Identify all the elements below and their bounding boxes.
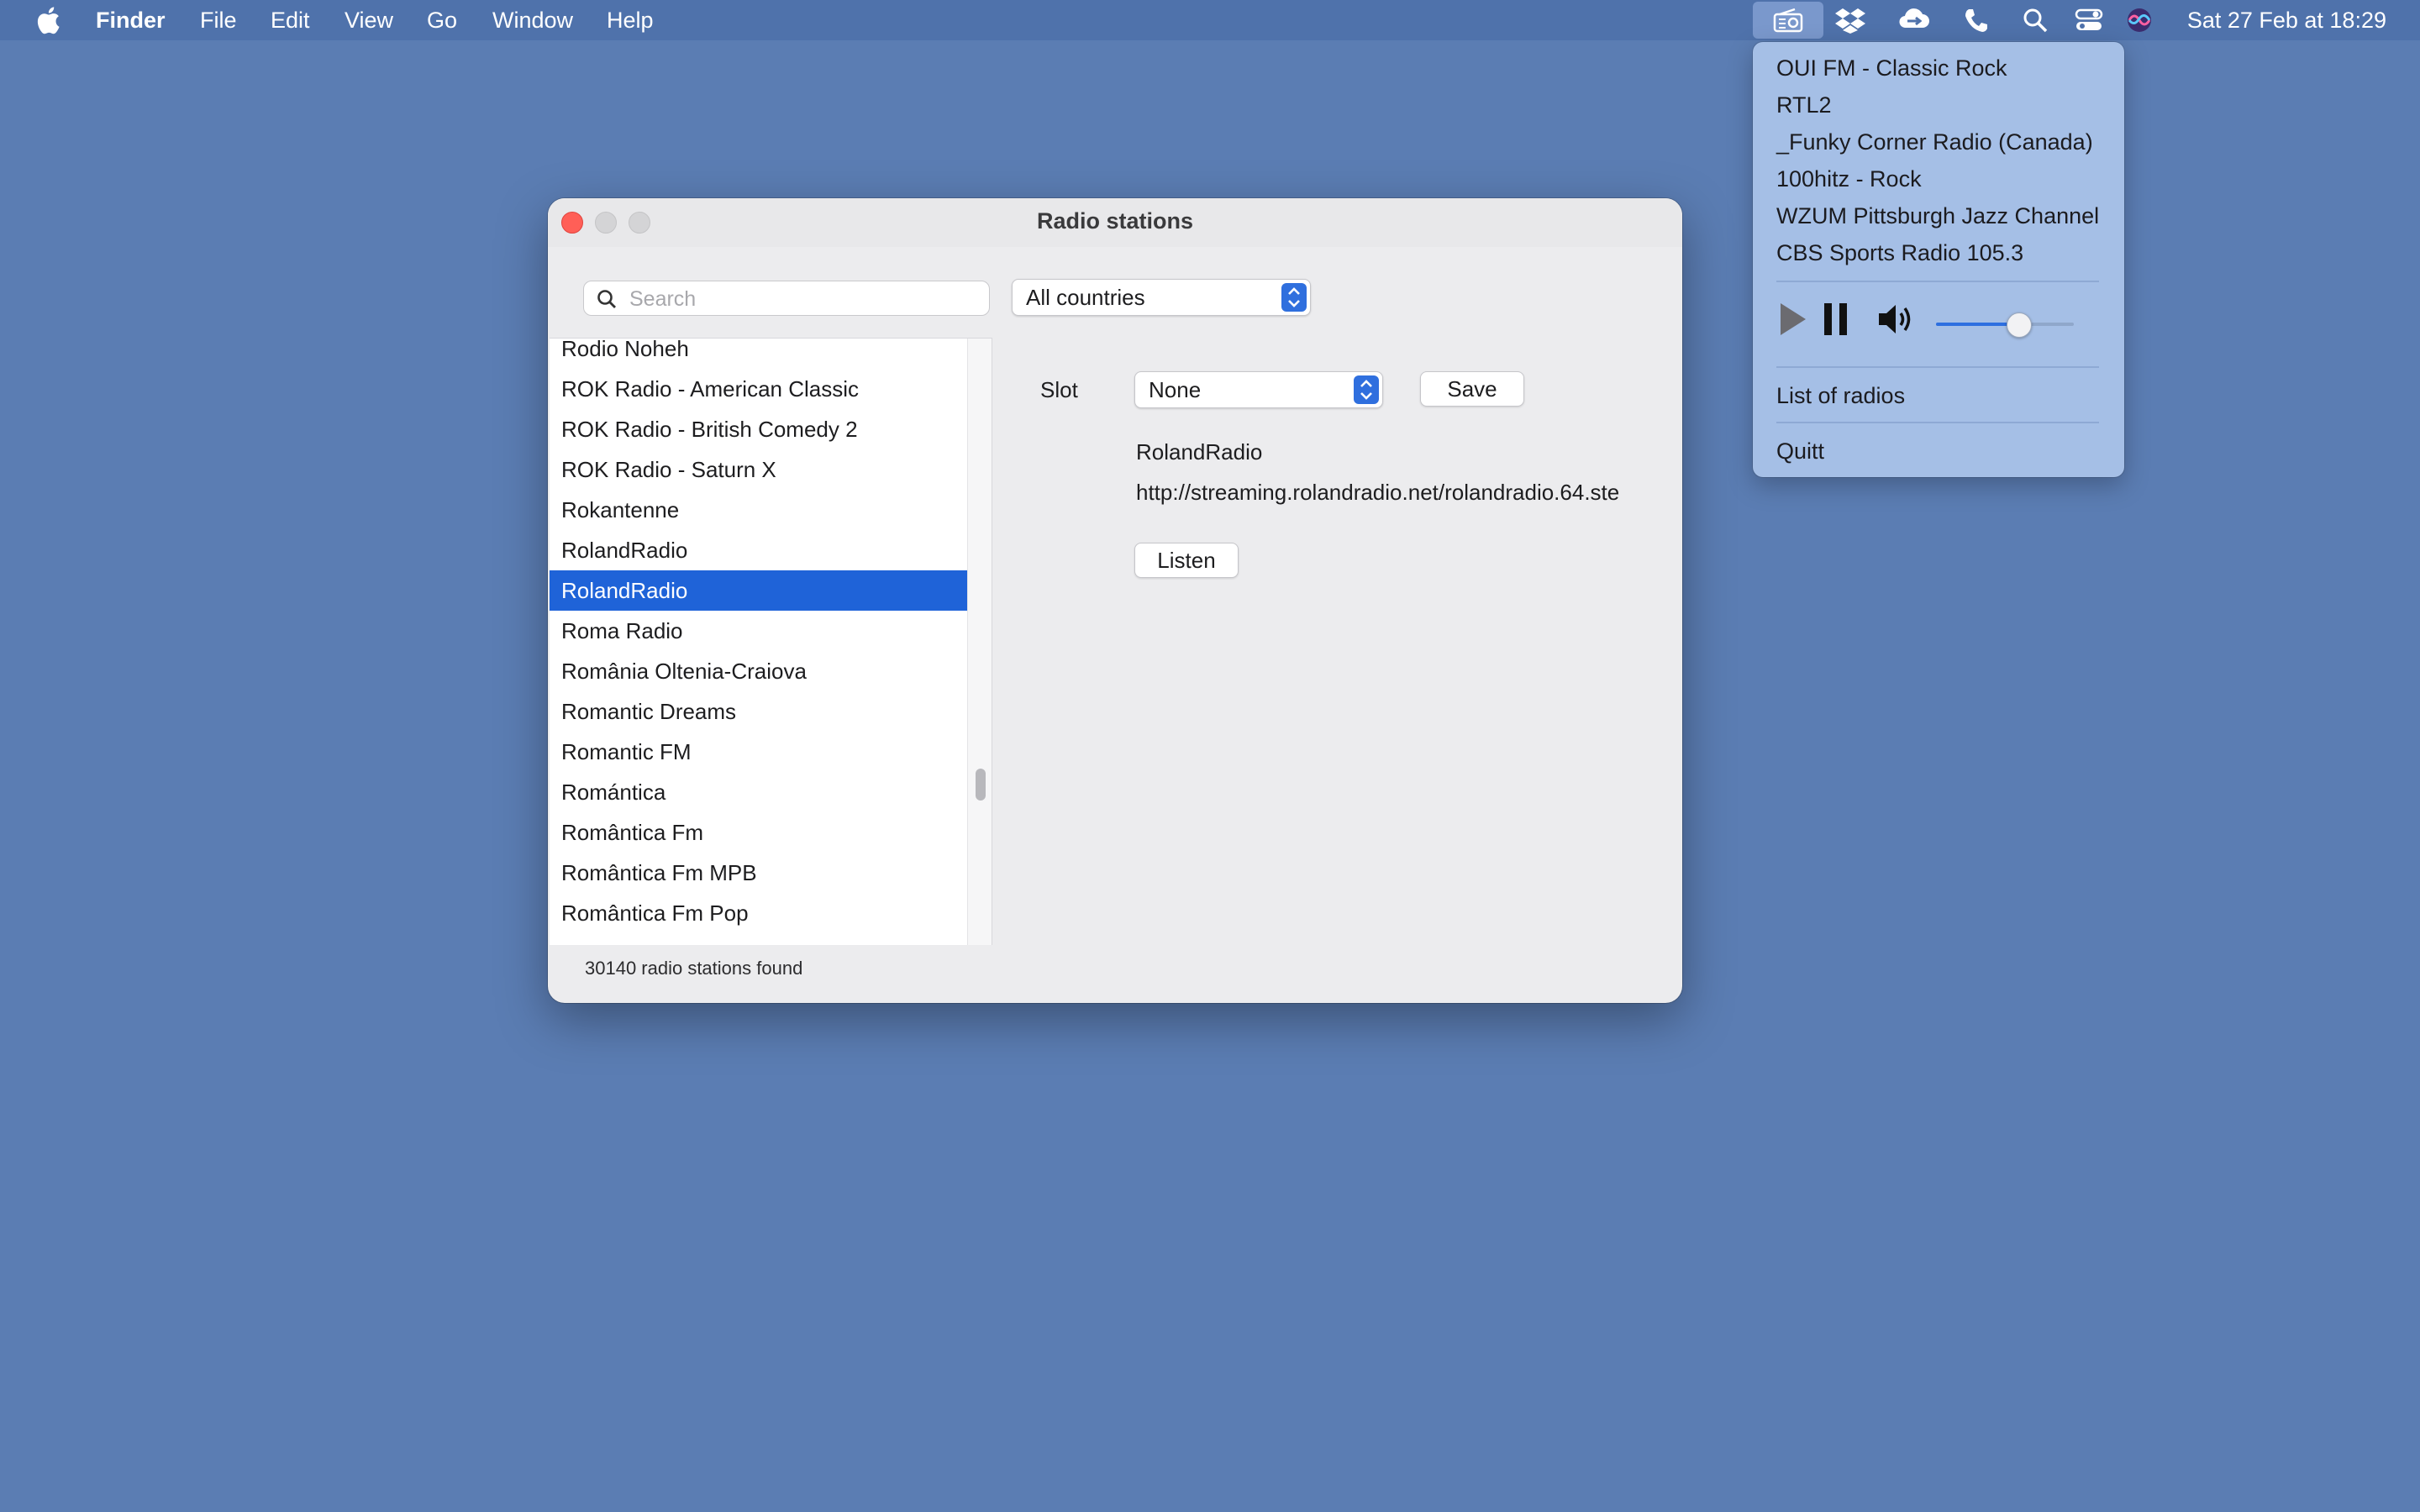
title-bar[interactable]: Radio stations	[548, 198, 1682, 247]
menu-edit[interactable]: Edit	[271, 8, 310, 33]
station-list-item[interactable]: Romantic Dreams	[550, 691, 967, 732]
scrollbar-thumb[interactable]	[976, 769, 986, 801]
station-url: http://streaming.rolandradio.net/rolandr…	[1136, 480, 1620, 505]
radio-status-menu: OUI FM - Classic Rock RTL2 _Funky Corner R…	[1753, 42, 2124, 477]
listen-button[interactable]: Listen	[1134, 543, 1239, 578]
menu-clock[interactable]: Sat 27 Feb at 18:29	[2187, 8, 2386, 33]
station-list-item[interactable]: Romântica Fm	[550, 812, 967, 853]
station-list-item[interactable]: Roma Radio	[550, 611, 967, 651]
search-icon	[597, 290, 616, 308]
volume-slider-knob[interactable]	[2007, 312, 2033, 338]
radio-icon[interactable]	[1753, 2, 1823, 39]
siri-icon[interactable]	[2123, 5, 2156, 35]
station-list-item[interactable]: ROK Radio - Saturn X	[550, 449, 967, 490]
search-field[interactable]	[583, 281, 990, 316]
menu-window[interactable]: Window	[492, 8, 573, 33]
favorite-station-menu-item[interactable]: 100hitz - Rock	[1776, 165, 1922, 193]
list-scrollbar[interactable]	[967, 339, 992, 945]
slot-label: Slot	[1040, 377, 1078, 402]
radio-stations-window: Radio stations All countries Rodio Noheh…	[548, 198, 1682, 1003]
menu-view[interactable]: View	[345, 8, 393, 33]
station-list-item[interactable]: ROK Radio - American Classic	[550, 369, 967, 409]
station-list-item[interactable]: Rokantenne	[550, 490, 967, 530]
favorite-station-menu-item[interactable]: WZUM Pittsburgh Jazz Channel	[1776, 202, 2099, 230]
favorite-station-menu-item[interactable]: RTL2	[1776, 91, 1832, 119]
play-icon[interactable]	[1778, 301, 1808, 338]
station-list[interactable]: Rodio Noheh ROK Radio - American Classic R…	[550, 338, 992, 945]
station-list-item[interactable]: Romântica Fm MPB	[550, 853, 967, 893]
list-of-radios-menu-item[interactable]: List of radios	[1776, 381, 1905, 410]
slot-value: None	[1149, 377, 1202, 402]
station-list-item[interactable]: ROK Radio - British Comedy 2	[550, 409, 967, 449]
country-filter-select[interactable]: All countries	[1012, 279, 1311, 316]
menu-go[interactable]: Go	[427, 8, 457, 33]
station-list-item[interactable]: România Oltenia-Craiova	[550, 651, 967, 691]
menu-help[interactable]: Help	[607, 8, 654, 33]
station-name: RolandRadio	[1136, 439, 1263, 465]
chevron-up-down-icon	[1354, 375, 1379, 404]
cloud-sync-icon[interactable]	[1897, 5, 1931, 35]
dropbox-icon[interactable]	[1833, 5, 1867, 35]
favorite-station-menu-item[interactable]: OUI FM - Classic Rock	[1776, 54, 2007, 82]
window-title: Radio stations	[1036, 208, 1194, 234]
volume-slider[interactable]	[1936, 312, 2074, 338]
menu-separator	[1776, 422, 2099, 423]
menu-separator	[1776, 366, 2099, 368]
menu-separator	[1776, 281, 2099, 282]
station-list-item[interactable]: Romantic FM	[550, 732, 967, 772]
station-list-item[interactable]: RolandRadio	[550, 570, 967, 611]
quit-menu-item[interactable]: Quitt	[1776, 437, 1824, 465]
station-list-item[interactable]: RolandRadio	[550, 530, 967, 570]
speaker-volume-icon[interactable]	[1877, 302, 1916, 336]
station-list-item[interactable]: Rodio Noheh	[550, 339, 967, 369]
control-center-icon[interactable]	[2072, 5, 2106, 35]
menu-file[interactable]: File	[200, 8, 237, 33]
favorite-station-menu-item[interactable]: CBS Sports Radio 105.3	[1776, 239, 2023, 267]
save-button[interactable]: Save	[1420, 371, 1524, 407]
menu-finder[interactable]: Finder	[96, 8, 166, 33]
menu-bar: Finder File Edit View Go Window Help Sat…	[0, 0, 2420, 40]
station-count-status: 30140 radio stations found	[585, 958, 803, 979]
search-input[interactable]	[628, 285, 984, 313]
slot-select[interactable]: None	[1134, 371, 1383, 408]
spotlight-search-icon[interactable]	[2018, 5, 2052, 35]
apple-icon[interactable]	[35, 5, 60, 35]
station-list-item[interactable]: Romántica	[550, 772, 967, 812]
station-list-item[interactable]: Romântica Fm Pop	[550, 893, 967, 933]
phone-icon[interactable]	[1960, 5, 1993, 35]
pause-icon[interactable]	[1823, 302, 1849, 336]
chevron-up-down-icon	[1281, 283, 1307, 312]
favorite-station-menu-item[interactable]: _Funky Corner Radio (Canada)	[1776, 128, 2093, 156]
country-filter-value: All countries	[1026, 285, 1145, 310]
